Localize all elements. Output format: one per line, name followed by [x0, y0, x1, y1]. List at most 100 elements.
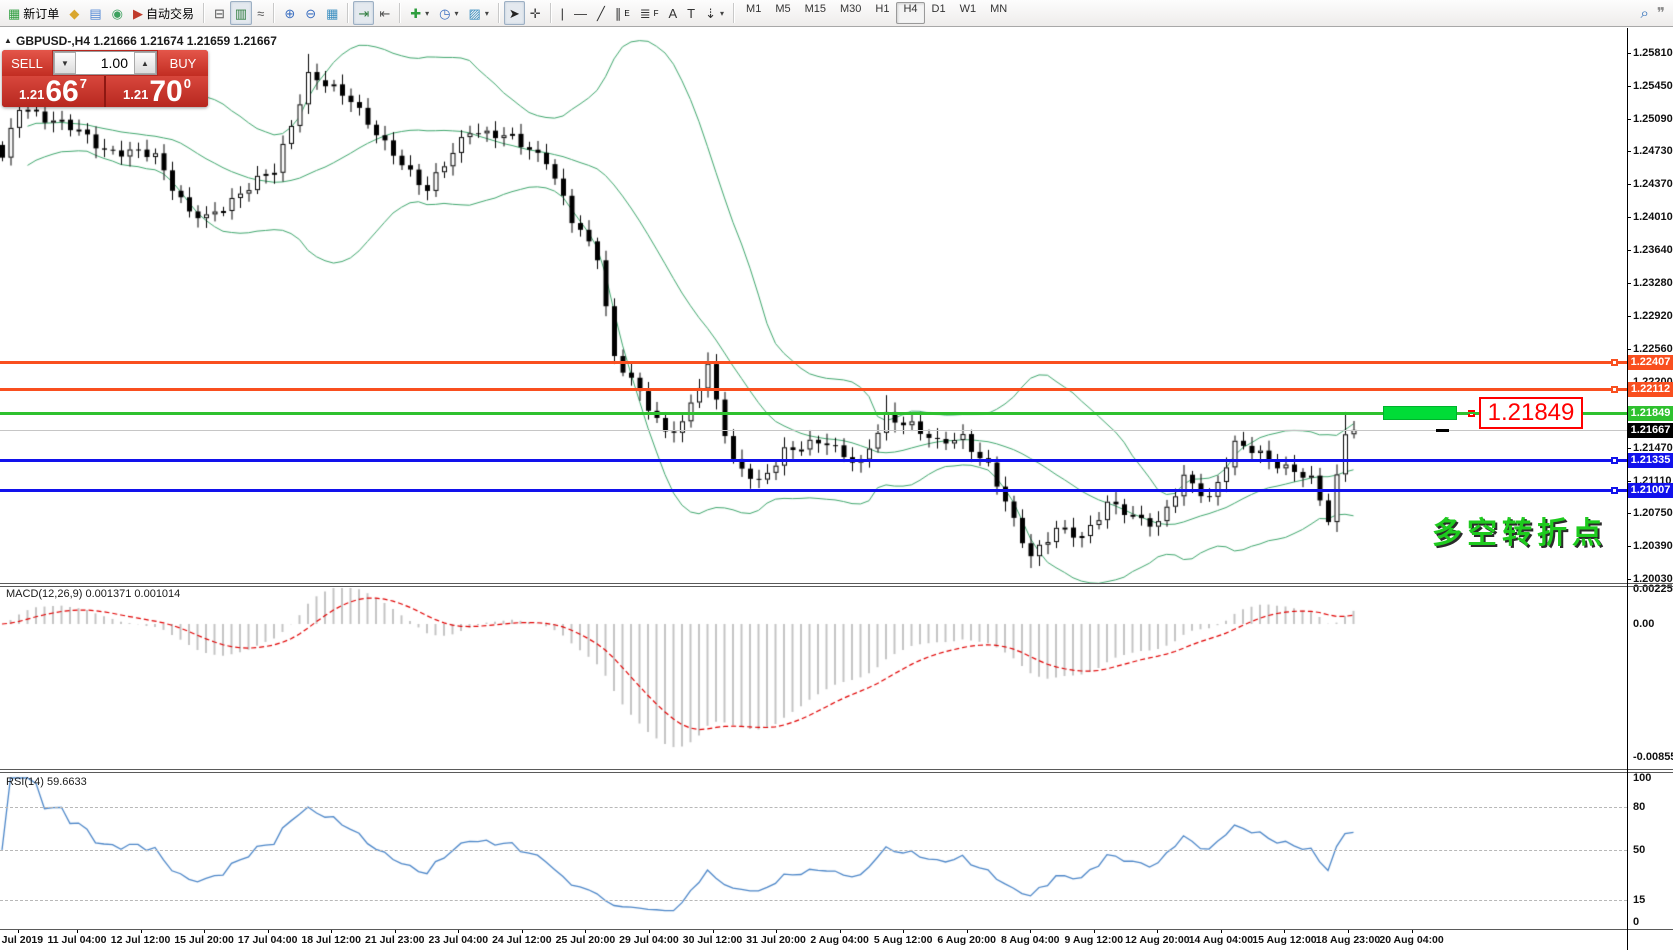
- timeframe-d1-button[interactable]: D1: [925, 2, 953, 24]
- arrows-button[interactable]: ⇣▾: [700, 1, 729, 25]
- price-axis-label: 1.22920: [1633, 310, 1671, 322]
- resistance-line-lower-handle[interactable]: [1611, 386, 1618, 393]
- resistance-line-upper-handle[interactable]: [1611, 359, 1618, 366]
- price-callout-box[interactable]: 1.21849: [1479, 397, 1583, 429]
- zoom-in-button[interactable]: ⊕: [279, 1, 300, 25]
- price-axis-label: 1.20750: [1633, 507, 1671, 519]
- time-axis-label: 9 Jul 2019: [0, 934, 43, 946]
- buy-button[interactable]: BUY: [158, 50, 208, 76]
- pane-divider[interactable]: [0, 769, 1673, 770]
- icon-subscript: E: [624, 9, 629, 18]
- time-axis-label: 2 Aug 04:00: [810, 934, 869, 946]
- price-axis-label: 1.25090: [1633, 113, 1671, 125]
- fibonacci-button[interactable]: ≣F: [635, 1, 664, 25]
- new-order-button[interactable]: ▦新订单: [3, 1, 64, 25]
- line-chart-icon: ≈: [257, 7, 264, 20]
- timeframe-m1-button[interactable]: M1: [739, 2, 768, 24]
- bar-chart-button[interactable]: ⊟: [209, 1, 230, 25]
- line-chart-button[interactable]: ≈: [252, 1, 269, 25]
- volume-input[interactable]: [76, 52, 134, 74]
- support-line-upper-handle[interactable]: [1611, 457, 1618, 464]
- autotrading-button[interactable]: ▶自动交易: [128, 1, 199, 25]
- resistance-line-upper-price-badge: 1.22407: [1628, 355, 1673, 370]
- support-line-lower[interactable]: [0, 489, 1627, 492]
- metaeditor-button[interactable]: ◆: [64, 1, 84, 25]
- time-axis-label: 5 Aug 12:00: [874, 934, 933, 946]
- timeframe-m30-button[interactable]: M30: [833, 2, 868, 24]
- timeframe-m15-button[interactable]: M15: [798, 2, 833, 24]
- candlestick-chart-icon: ▥: [235, 7, 247, 20]
- annotation-text[interactable]: 多空转折点: [1432, 508, 1607, 552]
- text-button[interactable]: A: [664, 1, 683, 25]
- buy-price-display[interactable]: 1.21 70 0: [106, 76, 208, 107]
- callout-connector-line: [1457, 412, 1479, 414]
- strategy-tester-button[interactable]: ▤: [84, 1, 106, 25]
- toolbar-separator: [203, 3, 205, 23]
- time-axis-label: 17 Jul 04:00: [238, 934, 298, 946]
- time-axis-label: 18 Jul 12:00: [301, 934, 361, 946]
- sell-price-display[interactable]: 1.21 66 7: [2, 76, 104, 107]
- volume-decrease-button[interactable]: ▼: [54, 52, 76, 74]
- toolbar-separator: [399, 3, 401, 23]
- pane-divider[interactable]: [0, 586, 1673, 587]
- indicators-button[interactable]: ✚▾: [405, 1, 434, 25]
- collapse-arrow-icon[interactable]: ▲: [4, 36, 12, 45]
- cursor-icon: ➤: [509, 7, 520, 20]
- zoom-out-button[interactable]: ⊖: [300, 1, 321, 25]
- new-order-icon: ▦: [8, 7, 20, 20]
- macd-axis-label: 0.00: [1633, 618, 1673, 630]
- trendline-button[interactable]: ╱: [592, 1, 610, 25]
- chat-icon[interactable]: ❞: [1657, 4, 1665, 22]
- time-axis-label: 12 Aug 20:00: [1125, 934, 1189, 946]
- sell-button[interactable]: SELL: [2, 50, 52, 76]
- time-axis-label: 18 Aug 23:00: [1316, 934, 1380, 946]
- chart-window: ▲ GBPUSD-,H4 1.21666 1.21674 1.21659 1.2…: [0, 28, 1673, 950]
- channel-button[interactable]: ∥E: [610, 1, 635, 25]
- label-button[interactable]: T: [682, 1, 700, 25]
- pane-divider[interactable]: [0, 772, 1673, 773]
- buy-price-prefix: 1.21: [123, 87, 148, 102]
- price-axis-label: 1.23280: [1633, 277, 1671, 289]
- timeframe-m5-button[interactable]: M5: [768, 2, 797, 24]
- pane-divider[interactable]: [0, 583, 1673, 584]
- resistance-line-lower-price-badge: 1.22112: [1628, 382, 1673, 397]
- autotrading-button-label: 自动交易: [146, 5, 194, 22]
- auto-scroll-button[interactable]: ⇥: [353, 1, 374, 25]
- time-axis-label: 24 Jul 12:00: [492, 934, 552, 946]
- timeframe-mn-button[interactable]: MN: [983, 2, 1014, 24]
- crosshair-icon: ✛: [530, 7, 541, 20]
- support-line-lower-handle[interactable]: [1611, 487, 1618, 494]
- highlight-rectangle[interactable]: [1383, 406, 1457, 420]
- time-axis-border: [0, 929, 1673, 930]
- bid-price-line: [0, 430, 1627, 431]
- label-icon: T: [687, 7, 695, 20]
- crosshair-button[interactable]: ✛: [525, 1, 546, 25]
- periods-button[interactable]: ◷▾: [434, 1, 463, 25]
- support-line-upper[interactable]: [0, 459, 1627, 462]
- dropdown-arrow-icon[interactable]: ▾: [720, 9, 724, 18]
- time-axis-label: 29 Jul 04:00: [619, 934, 679, 946]
- timeframe-h4-button[interactable]: H4: [896, 2, 924, 24]
- cursor-button[interactable]: ➤: [504, 1, 525, 25]
- vertical-line-button[interactable]: |: [556, 1, 569, 25]
- resistance-line-upper[interactable]: [0, 361, 1627, 364]
- macd-axis-label: -0.008553: [1633, 751, 1673, 763]
- dropdown-arrow-icon[interactable]: ▾: [455, 9, 459, 18]
- templates-button[interactable]: ▨▾: [464, 1, 494, 25]
- search-icon[interactable]: ⌕: [1641, 5, 1649, 22]
- resistance-line-lower[interactable]: [0, 388, 1627, 391]
- timeframe-h1-button[interactable]: H1: [868, 2, 896, 24]
- chart-shift-button[interactable]: ⇤: [374, 1, 395, 25]
- new-order-button-label: 新订单: [23, 5, 59, 22]
- horizontal-line-button[interactable]: —: [569, 1, 592, 25]
- tile-windows-button[interactable]: ▦: [321, 1, 343, 25]
- dropdown-arrow-icon[interactable]: ▾: [425, 9, 429, 18]
- support-line-lower-price-badge: 1.21007: [1628, 483, 1673, 498]
- candlestick-chart-button[interactable]: ▥: [230, 1, 252, 25]
- signals-button[interactable]: ◉: [107, 1, 128, 25]
- time-axis-label: 25 Jul 20:00: [556, 934, 616, 946]
- volume-increase-button[interactable]: ▲: [134, 52, 156, 74]
- dropdown-arrow-icon[interactable]: ▾: [485, 9, 489, 18]
- timeframe-w1-button[interactable]: W1: [953, 2, 984, 24]
- time-axis-label: 30 Jul 12:00: [683, 934, 743, 946]
